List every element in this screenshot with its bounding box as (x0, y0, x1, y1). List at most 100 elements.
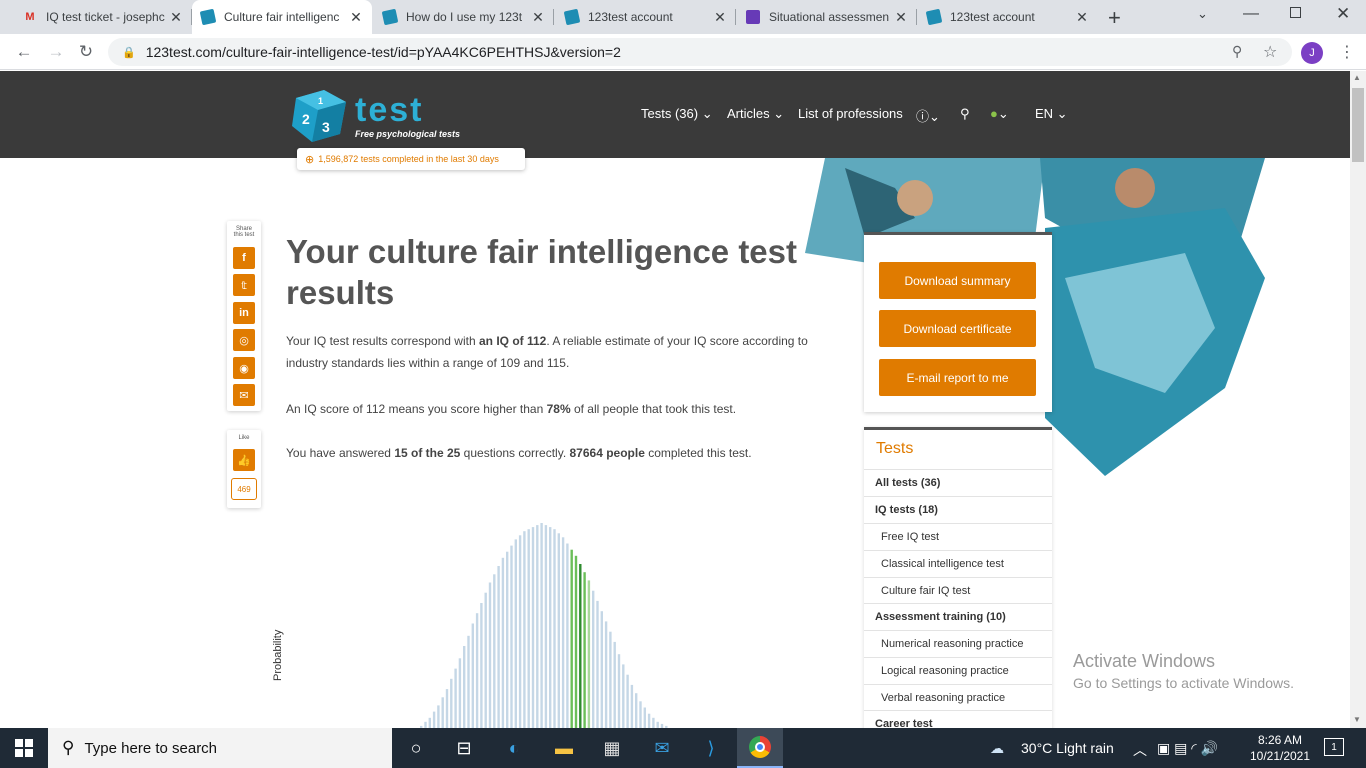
chart-bar (583, 572, 586, 728)
chart-y-axis-label: Probability (272, 629, 284, 681)
close-tab-icon[interactable]: ✕ (168, 9, 184, 26)
tests-counter-badge: ⊕ 1,596,872 tests completed in the last … (297, 148, 525, 170)
close-tab-icon[interactable]: ✕ (893, 9, 909, 26)
menu-kebab-icon[interactable]: ⋮ (1339, 42, 1355, 62)
tab-situational[interactable]: Situational assessmen ✕ (737, 0, 917, 34)
download-summary-button[interactable]: Download summary (879, 262, 1036, 299)
close-tab-icon[interactable]: ✕ (348, 9, 364, 26)
tray-icons[interactable]: ▣ ▤ ◜ 🔊 (1157, 740, 1218, 757)
bookmark-star-icon[interactable]: ☆ (1263, 42, 1277, 62)
email-report-button[interactable]: E-mail report to me (879, 359, 1036, 396)
tab-how-do-i-use[interactable]: How do I use my 123t ✕ (374, 0, 554, 34)
chart-bar (643, 707, 646, 728)
windows-taskbar: ⚲ Type here to search ○ ⊟ ◐ ▬ ▦ ✉ ⟩ ☁ 30… (0, 728, 1366, 768)
search-icon[interactable]: ⚲ (960, 106, 970, 122)
lock-icon: 🔒 (122, 46, 136, 59)
tests-item-numerical[interactable]: Numerical reasoning practice (864, 630, 1052, 657)
tests-item-career[interactable]: Career test (864, 710, 1052, 728)
close-tab-icon[interactable]: ✕ (530, 9, 546, 26)
url-field[interactable]: 🔒 123test.com/culture-fair-intelligence-… (108, 38, 1292, 66)
vscode-icon[interactable]: ⟩ (699, 736, 723, 760)
tab-123test-account-2[interactable]: 123test account ✕ (918, 0, 1098, 34)
result-paragraph-percentile: An IQ score of 112 means you score highe… (286, 402, 737, 416)
download-certificate-button[interactable]: Download certificate (879, 310, 1036, 347)
info-icon[interactable]: ⓘ⌄ (916, 106, 940, 125)
reload-icon[interactable]: ↻ (76, 42, 96, 62)
taskbar-search-box[interactable]: ⚲ Type here to search (48, 728, 392, 768)
mail-icon[interactable]: ✉ (650, 736, 674, 760)
tray-chevron-icon[interactable]: ︿ (1133, 740, 1147, 760)
close-tab-icon[interactable]: ✕ (712, 9, 728, 26)
logo-text[interactable]: test (355, 91, 423, 130)
web-page: 2 3 1 test Free psychological tests Test… (0, 71, 1350, 728)
chart-bar (639, 701, 642, 728)
tests-item-verbal[interactable]: Verbal reasoning practice (864, 684, 1052, 711)
weather-icon[interactable]: ☁ (990, 740, 1004, 757)
facebook-share-icon[interactable]: f (233, 247, 255, 269)
tab-123test-account[interactable]: 123test account ✕ (556, 0, 736, 34)
instagram-share-icon[interactable]: ◎ (233, 329, 255, 351)
weather-text[interactable]: 30°C Light rain (1021, 740, 1114, 756)
profile-avatar[interactable]: J (1301, 42, 1323, 64)
language-selector[interactable]: EN ⌄ (1035, 106, 1068, 122)
tests-item-logical[interactable]: Logical reasoning practice (864, 657, 1052, 684)
nav-articles[interactable]: Articles ⌄ (727, 106, 784, 122)
new-tab-icon[interactable]: + (1108, 5, 1121, 31)
thumbs-up-icon[interactable]: 👍 (233, 449, 255, 471)
page-title: Your culture fair intelligence test resu… (286, 233, 798, 311)
chart-bar (523, 531, 526, 728)
chart-bar (592, 590, 595, 728)
scrollbar-thumb[interactable] (1352, 88, 1364, 162)
clock[interactable]: 8:26 AM 10/21/2021 (1240, 732, 1320, 764)
page-scrollbar[interactable]: ▲ ▼ (1350, 71, 1366, 728)
tests-item-iq[interactable]: IQ tests (18) (864, 496, 1052, 523)
chart-bar (441, 697, 444, 728)
notification-icon[interactable]: 1 (1324, 738, 1344, 756)
chart-bar (609, 631, 612, 728)
linkedin-share-icon[interactable]: in (233, 302, 255, 324)
svg-text:2: 2 (302, 111, 310, 127)
chart-bar (506, 551, 509, 728)
tests-item-classical[interactable]: Classical intelligence test (864, 550, 1052, 577)
tests-item-all[interactable]: All tests (36) (864, 469, 1052, 496)
close-tab-icon[interactable]: ✕ (1074, 9, 1090, 26)
123test-icon (563, 8, 581, 26)
chrome-taskbar-button[interactable] (737, 728, 783, 768)
nav-tests[interactable]: Tests (36) ⌄ (641, 106, 713, 122)
tests-item-culture-fair[interactable]: Culture fair IQ test (864, 577, 1052, 604)
close-window-icon[interactable]: ✕ (1336, 4, 1350, 24)
forward-icon[interactable]: → (46, 42, 66, 62)
zoom-icon[interactable]: ⚲ (1232, 43, 1242, 60)
tab-culture-fair[interactable]: Culture fair intelligenc ✕ (192, 0, 372, 34)
twitter-share-icon[interactable]: 𝕥 (233, 274, 255, 296)
tests-item-free-iq[interactable]: Free IQ test (864, 523, 1052, 550)
logo-cube-icon[interactable]: 2 3 1 (290, 88, 348, 142)
tests-item-assessment[interactable]: Assessment training (10) (864, 603, 1052, 630)
edge-icon[interactable]: ◐ (502, 736, 526, 760)
back-icon[interactable]: ← (14, 42, 34, 62)
file-explorer-icon[interactable]: ▬ (552, 736, 576, 760)
restore-icon[interactable] (1290, 7, 1301, 18)
task-view-icon[interactable]: ⊟ (452, 736, 476, 760)
user-icon[interactable]: ●⌄ (990, 106, 1009, 122)
result-paragraph-score: You have answered 15 of the 25 questions… (286, 446, 752, 460)
chart-bar (622, 664, 625, 728)
nav-professions[interactable]: List of professions (798, 106, 903, 121)
chart-bar (531, 527, 535, 728)
chart-bar (480, 603, 483, 728)
scroll-up-icon[interactable]: ▲ (1353, 73, 1361, 82)
messenger-share-icon[interactable]: ◉ (233, 357, 255, 379)
store-icon[interactable]: ▦ (600, 736, 624, 760)
chart-bar (549, 527, 552, 728)
scroll-down-icon[interactable]: ▼ (1353, 715, 1361, 724)
tab-gmail[interactable]: M IQ test ticket - josephc ✕ (14, 0, 192, 34)
minimize-icon[interactable]: — (1243, 5, 1259, 23)
email-share-icon[interactable]: ✉ (233, 384, 255, 406)
tests-panel: Tests All tests (36) IQ tests (18) Free … (864, 427, 1052, 728)
123test-icon (199, 8, 217, 26)
chart-bar (604, 621, 608, 728)
windows-start-icon[interactable] (12, 736, 36, 760)
tab-search-chevron-icon[interactable]: ⌄ (1197, 6, 1208, 22)
chart-bar (613, 641, 616, 728)
cortana-icon[interactable]: ○ (404, 736, 428, 760)
